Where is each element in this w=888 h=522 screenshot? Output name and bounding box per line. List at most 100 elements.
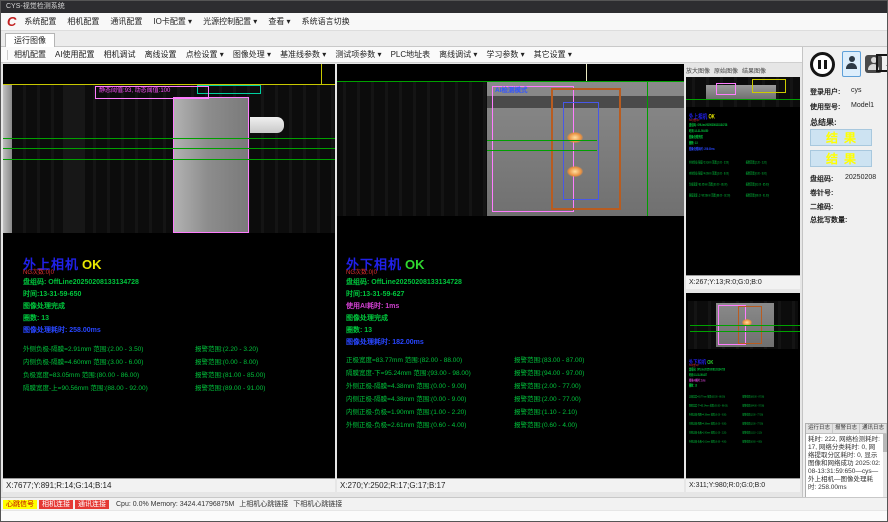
measurement-row: 正极宽度=83.77mm 范围:(82.00 - 88.00) 报警范围:(83…: [689, 392, 794, 401]
menu-item[interactable]: 通讯配置: [110, 16, 142, 27]
log-tab[interactable]: 报警日志: [833, 424, 860, 433]
alarm-range: 报警范围:(94.00 - 97.00): [514, 367, 584, 377]
alarm-range: 报警范围:(83.00 - 87.00): [514, 354, 584, 364]
turn-count: 圈数: 13: [689, 384, 794, 389]
pixel-readout-upper: X:7677;Y:891;R:14;G:14;B:14: [3, 478, 335, 492]
measurement-row: 隔膜宽度-上=90.56mm 范围:(88.00 - 92.00) 报警范围:(…: [23, 380, 333, 393]
alarm-range: 报警范围:(1.10 - 2.10): [514, 406, 577, 416]
log-tab[interactable]: 运行日志: [806, 424, 833, 433]
result-overlay-lower: 外下相机OK NG次数:0|0 盘组码: OffLine202502081331…: [346, 254, 676, 430]
toolbar-item[interactable]: 图像处理 ▾: [233, 49, 271, 60]
toolbar-item[interactable]: 基准线参数 ▾: [280, 49, 326, 60]
measurement-value: 负极宽度=83.05mm 范围:(80.00 - 86.00): [689, 182, 746, 187]
yellow-tick: [586, 64, 587, 82]
app-window: CYS-视觉检测系统 C 系统配置相机配置通讯配置IO卡配置 ▾光源控制配置 ▾…: [0, 0, 888, 522]
user-icon: [846, 63, 857, 69]
reflection-glow: [567, 166, 583, 177]
measurement-value: 外侧正极-隔膜=4.38mm 范围:(0.00 - 9.00): [346, 380, 514, 390]
batch-write-count-label: 总批写数量:: [810, 215, 847, 225]
log-panel: 运行日志报警日志通讯日志 耗时: 222, 网络检测耗时: 17, 网络分类耗时…: [805, 423, 888, 501]
log-tab[interactable]: 通讯日志: [860, 424, 887, 433]
measure-vline: [647, 82, 648, 216]
measurement-row: 外侧正极-负极=2.61mm 范围:(0.60 - 4.00) 报警范围:(0.…: [689, 437, 794, 446]
measurement-value: 隔膜宽度-下=95.24mm 范围:(93.00 - 98.00): [689, 403, 742, 408]
measurement-row: 内侧负极-隔膜=4.60mm 范围:(3.00 - 6.00) 报警范围:(0.…: [689, 168, 799, 179]
measurement-value: 外侧负极-隔膜=2.91mm 范围:(2.00 - 3.50): [23, 343, 195, 353]
measurement-value: 隔膜宽度-上=90.56mm 范围:(88.00 - 92.00): [689, 193, 746, 198]
alarm-range: 报警范围:(81.00 - 85.00): [195, 369, 265, 379]
camera-canvas-upper[interactable]: 静态阈值:93, 动态阈值:100 外上相机OK NG次数:0|0 盘组码: O…: [3, 64, 335, 478]
pixel-readout-lower: X:270;Y:2502;R:17;G:17;B:17: [337, 478, 684, 492]
process-done: 图像处理完成: [23, 301, 333, 313]
tab-connector: [250, 117, 284, 133]
measurement-value: 内侧正极-负极=1.90mm 范围:(1.00 - 2.20): [689, 430, 742, 435]
right-panel: → 登录用户: cys 使用型号: Model1 总结果: 结果 结果 盘组码:…: [802, 47, 888, 497]
status-bar: 心跳信号 相机连接 通讯连接 Cpu: 0.0% Memory: 3424.41…: [1, 497, 888, 510]
menu-item[interactable]: 系统语言切换: [302, 16, 350, 27]
user-login-button[interactable]: [842, 51, 861, 77]
thumbnail-canvas-upper[interactable]: 外上相机OK NG次数:0|0 盘组码: OffLine202502081331…: [686, 77, 800, 275]
measurement-row: 正极宽度=83.77mm 范围:(82.00 - 88.00) 报警范围:(83…: [346, 352, 676, 365]
result-badge-lower: 结果: [810, 150, 872, 167]
toolbar-item[interactable]: PLC地址表: [391, 49, 431, 60]
toolbar: 相机配置 AI使用配置相机调试离线设置点检设置 ▾ 图像处理 ▾ 基准线参数 ▾ 测试项…: [1, 47, 802, 63]
toolbar-item[interactable]: AI使用配置: [55, 49, 95, 60]
menu-item[interactable]: 光源控制配置 ▾: [203, 16, 257, 27]
measurement-row: 内侧正极-负极=1.90mm 范围:(1.00 - 2.20) 报警范围:(1.…: [689, 428, 794, 437]
pixel-readout-thumb-lower: X:311;Y:980;R:0;G:0;B:0: [686, 478, 800, 492]
toolbar-item[interactable]: 相机配置: [14, 49, 46, 60]
thumb-image: [688, 301, 798, 349]
batch-code-value: 20250208: [845, 174, 876, 181]
toolbar-items: 相机配置 AI使用配置相机调试离线设置点检设置 ▾ 图像处理 ▾ 基准线参数 ▾ 测试项…: [14, 49, 581, 60]
log-scrollbar[interactable]: [883, 434, 887, 500]
toolbar-item[interactable]: 相机调试: [104, 49, 136, 60]
measurement-row: 外侧正极-隔膜=4.38mm 范围:(0.00 - 9.00) 报警范围:(2.…: [346, 378, 676, 391]
measurement-row: 内侧正极-隔膜=4.38mm 范围:(0.00 - 9.00) 报警范围:(2.…: [689, 419, 794, 428]
menu-item[interactable]: IO卡配置 ▾: [153, 16, 192, 27]
total-result-label: 总结果:: [810, 117, 837, 128]
toolbar-item[interactable]: 测试项参数 ▾: [335, 49, 381, 60]
measurement-value: 内侧正极-负极=1.90mm 范围:(1.00 - 2.20): [346, 406, 514, 416]
tab-run-image[interactable]: 运行图像: [5, 33, 55, 47]
measurement-value: 正极宽度=83.77mm 范围:(82.00 - 88.00): [346, 354, 514, 364]
thumbnail-tab[interactable]: 结果图像: [742, 66, 766, 75]
turn-count: 圈数: 13: [23, 313, 333, 325]
toolbar-item[interactable]: 点检设置 ▾: [186, 49, 224, 60]
scrollbar-thumb[interactable]: [883, 434, 887, 452]
thumbnail-tab[interactable]: 放大图像: [686, 66, 710, 75]
roi-box-blue: [563, 102, 599, 200]
menu-item[interactable]: 查看 ▾: [268, 16, 290, 27]
process-elapsed: 图像处理耗时: 182.00ms: [346, 337, 676, 349]
menu-item[interactable]: 相机配置: [67, 16, 99, 27]
upper-camera-heartbeat-link: 上相机心跳链接: [239, 499, 288, 509]
model-value: Model1: [851, 102, 874, 109]
toolbar-item[interactable]: 学习参数 ▾: [486, 49, 524, 60]
batch-code: 盘组码: OffLine20250208133134728: [23, 277, 333, 289]
thumb-overlay-lower: 外下相机OK NG次数:0|0 盘组码: OffLine202502081331…: [689, 357, 794, 446]
turn-count: 圈数: 13: [346, 325, 676, 337]
thumb-label-box: [752, 79, 786, 93]
camera-panel-lower: AI检测模式 外下相机OK NG次数:0|0 盘组码: OffLine20250…: [337, 64, 684, 492]
toolbar-item[interactable]: 其它设置 ▾: [534, 49, 572, 60]
ai-elapsed: 使用AI耗时: 1ms: [346, 301, 676, 313]
footer-strip: [1, 511, 888, 522]
measurement-row: 内侧负极-隔膜=4.60mm 范围:(3.00 - 6.00) 报警范围:(0.…: [23, 354, 333, 367]
thumbnail-canvas-lower[interactable]: 外下相机OK NG次数:0|0 盘组码: OffLine202502081331…: [686, 293, 800, 478]
measurement-value: 内侧正极-隔膜=4.38mm 范围:(0.00 - 9.00): [689, 421, 742, 426]
measurement-value: 内侧负极-隔膜=4.60mm 范围:(3.00 - 6.00): [689, 171, 746, 176]
cell-region-highlight: [173, 97, 249, 233]
measure-line: [487, 140, 597, 141]
measurement-rows: 正极宽度=83.77mm 范围:(82.00 - 88.00) 报警范围:(83…: [346, 352, 676, 430]
camera-canvas-lower[interactable]: AI检测模式 外下相机OK NG次数:0|0 盘组码: OffLine20250…: [337, 64, 684, 478]
camera-image-upper: 静态阈值:93, 动态阈值:100: [3, 85, 335, 233]
thumbnail-tab[interactable]: 原始图像: [714, 66, 738, 75]
alarm-range: 报警范围:(0.60 - 4.00): [514, 419, 577, 429]
toolbar-item[interactable]: 离线调试 ▾: [439, 49, 477, 60]
measurement-value: 外侧正极-隔膜=4.38mm 范围:(0.00 - 9.00): [689, 412, 742, 417]
title-bar: CYS-视觉检测系统: [1, 1, 888, 13]
pause-button[interactable]: [810, 52, 835, 77]
batch-code: 盘组码: OffLine20250208133134728: [346, 277, 676, 289]
toolbar-item[interactable]: 离线设置: [145, 49, 177, 60]
menu-item[interactable]: 系统配置: [24, 16, 56, 27]
measurement-rows: 外侧负极-隔膜=2.91mm 范围:(2.00 - 3.50) 报警范围:(2.…: [689, 157, 799, 201]
